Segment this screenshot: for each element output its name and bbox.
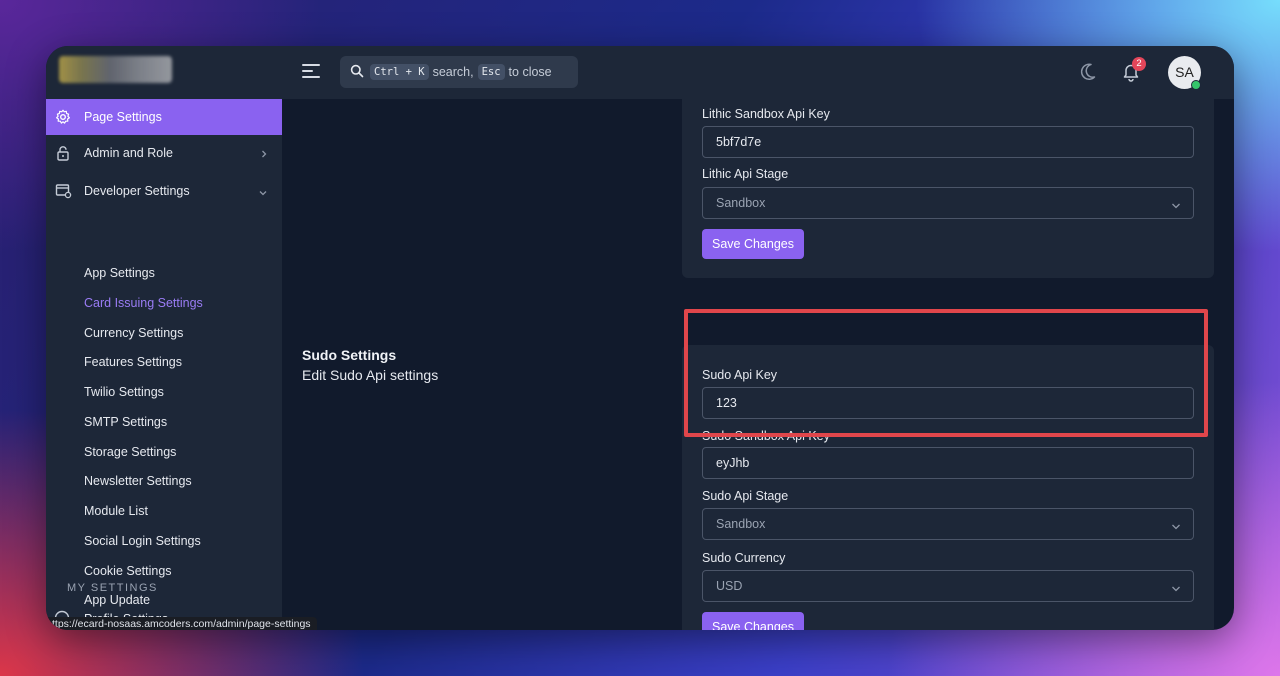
sudo-currency-label: Sudo Currency [702,551,786,565]
sidebar-subitem-features-settings[interactable]: Features Settings [84,355,182,369]
lithic-stage-value: Sandbox [716,196,766,210]
chevron-down-icon [1171,582,1181,596]
lock-icon [55,145,71,164]
lithic-stage-label: Lithic Api Stage [702,167,789,181]
logo[interactable] [59,56,172,83]
sidebar-subitem-module-list[interactable]: Module List [84,504,148,518]
section-label-my-settings: MY SETTINGS [67,582,158,594]
sudo-sandbox-key-label: Sudo Sandbox Api Key [702,429,830,443]
sidebar-item-label: Admin and Role [84,146,173,160]
search-hint: search, [432,65,474,79]
lithic-sandbox-key-input[interactable]: 5bf7d7e [702,126,1194,158]
main-content: Lithic Sandbox Api Key 5bf7d7e Lithic Ap… [282,99,1234,630]
sidebar-item-admin-and-role[interactable]: Admin and Role [46,135,282,171]
lithic-stage-select[interactable]: Sandbox [702,187,1194,219]
sidebar: Page Settings Admin and Role Developer S… [46,99,282,630]
sidebar-subitem-twilio-settings[interactable]: Twilio Settings [84,385,164,399]
sudo-stage-select[interactable]: Sandbox [702,508,1194,540]
sidebar-subitem-card-issuing-settings[interactable]: Card Issuing Settings [84,296,203,310]
search-hint-close: to close [508,65,552,79]
sudo-save-changes-button[interactable]: Save Changes [702,612,804,630]
sidebar-subitem-storage-settings[interactable]: Storage Settings [84,445,176,459]
sudo-settings-card: Sudo Api Key 123 Sudo Sandbox Api Key ey… [682,345,1214,630]
notification-badge: 2 [1132,57,1146,71]
sidebar-item-label: Developer Settings [84,184,190,198]
shortcut-key: Ctrl + K [370,64,429,80]
sudo-sandbox-key-input[interactable]: eyJhb [702,447,1194,479]
lithic-settings-card: Lithic Sandbox Api Key 5bf7d7e Lithic Ap… [682,99,1214,278]
sidebar-subitem-app-update[interactable]: App Update [84,593,150,607]
chevron-down-icon [1171,199,1181,213]
search-icon [350,64,364,81]
sudo-stage-label: Sudo Api Stage [702,489,789,503]
sidebar-subitem-smtp-settings[interactable]: SMTP Settings [84,415,167,429]
sudo-api-key-input[interactable]: 123 [702,387,1194,419]
lithic-sandbox-key-label: Lithic Sandbox Api Key [702,107,830,121]
sudo-currency-select[interactable]: USD [702,570,1194,602]
menu-toggle-icon[interactable] [302,64,320,80]
lithic-save-changes-button[interactable]: Save Changes [702,229,804,259]
chevron-down-icon [258,186,268,200]
sidebar-item-page-settings[interactable]: Page Settings [46,99,282,135]
search-bar[interactable]: Ctrl + K search, Esc to close [340,56,578,88]
sidebar-subitem-app-settings[interactable]: App Settings [84,266,155,280]
sidebar-subitem-social-login-settings[interactable]: Social Login Settings [84,534,201,548]
developer-settings-icon [55,183,72,202]
moon-icon[interactable] [1080,63,1096,86]
online-status-dot [1191,80,1201,90]
top-bar: Ctrl + K search, Esc to close 2 SA [46,46,1234,99]
sidebar-subitem-newsletter-settings[interactable]: Newsletter Settings [84,474,192,488]
sidebar-item-developer-settings[interactable]: Developer Settings [46,173,282,209]
sudo-settings-title: Sudo Settings [302,347,397,363]
chevron-down-icon [1171,520,1181,534]
sudo-stage-value: Sandbox [716,517,766,531]
gear-icon [55,109,71,128]
status-url-tooltip: ttps://ecard-nosaas.amcoders.com/admin/p… [46,617,317,630]
chevron-right-icon [260,148,268,162]
sidebar-item-label: Page Settings [84,110,162,124]
sudo-settings-description: Edit Sudo Api settings [302,367,439,383]
sidebar-subitem-currency-settings[interactable]: Currency Settings [84,326,183,340]
sidebar-subitem-cookie-settings[interactable]: Cookie Settings [84,564,172,578]
escape-key: Esc [477,64,505,80]
app-window: Ctrl + K search, Esc to close 2 SA Page … [46,46,1234,630]
sudo-api-key-label: Sudo Api Key [702,368,778,382]
sudo-currency-value: USD [716,579,743,593]
